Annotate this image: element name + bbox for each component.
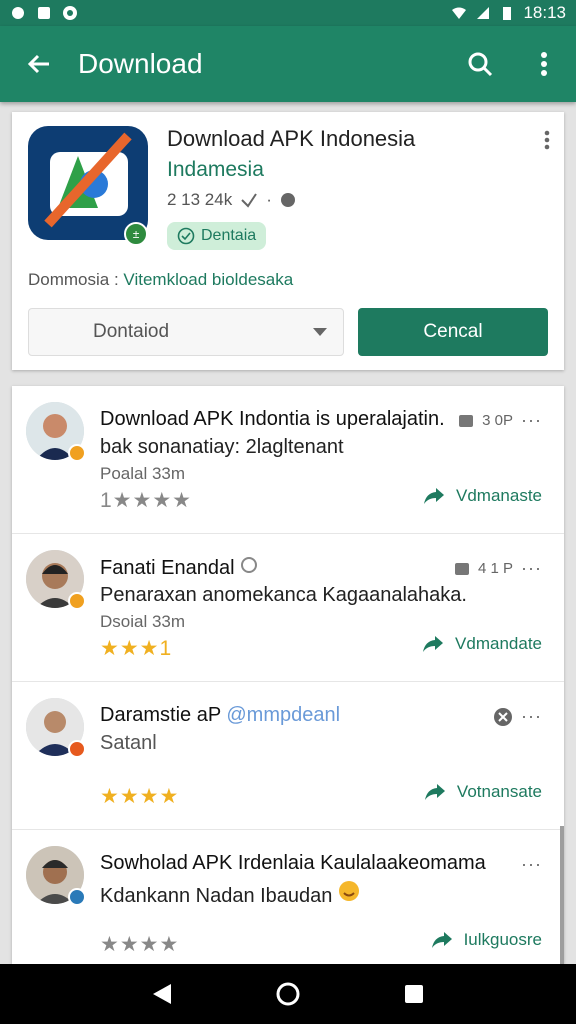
- app-size: 2 13 24k: [167, 190, 233, 209]
- scrollbar[interactable]: [560, 826, 564, 964]
- signal-icon: [477, 7, 490, 19]
- page-title: Download: [78, 48, 203, 79]
- back-triangle-icon[interactable]: [151, 982, 173, 1006]
- globe-icon: [241, 557, 258, 573]
- home-circle-icon[interactable]: [275, 981, 301, 1007]
- list-item[interactable]: Download APK Indontia is uperalajatin. b…: [12, 386, 564, 534]
- item-text: Satanl: [100, 732, 157, 754]
- app-description: Dommosia : Vitemkload bioldesaka: [28, 270, 293, 290]
- close-box-icon[interactable]: [454, 561, 470, 577]
- avatar-badge-icon: [68, 740, 86, 758]
- more-vert-icon: [544, 130, 550, 150]
- item-time: 4 1 P: [477, 560, 514, 577]
- item-time: 3 0P: [482, 412, 514, 429]
- app-tag-label: Dentaia: [201, 227, 257, 244]
- app-bar: Download: [0, 26, 576, 102]
- app-desc-link[interactable]: Vitemkload bioldesaka: [123, 270, 293, 289]
- item-text-value: Kdankann Nadan Ibaudan: [100, 885, 333, 907]
- item-title-link[interactable]: @mmpdeanl: [226, 704, 340, 726]
- share-label: Vdmanaste: [456, 486, 542, 505]
- item-text: Kdankann Nadan Ibaudan: [100, 880, 360, 908]
- item-title: Download APK Indontia is uperalajatin.: [100, 408, 445, 430]
- share-label: Votnansate: [456, 782, 542, 801]
- status-time: 18:13: [523, 3, 566, 22]
- item-top-right: ···: [493, 706, 542, 727]
- close-box-icon[interactable]: [458, 413, 474, 429]
- meta-separator: ·: [266, 190, 272, 209]
- rating-stars: ★★★1: [100, 637, 173, 660]
- comment-list: Download APK Indontia is uperalajatin. b…: [12, 386, 564, 964]
- share-button[interactable]: Vdmanaste: [422, 486, 542, 506]
- item-top-right: 4 1 P ···: [454, 558, 542, 579]
- avatar-badge-icon: [68, 888, 86, 906]
- battery-icon: [503, 7, 512, 20]
- arrow-left-icon: [27, 54, 49, 74]
- item-title: Fanati Enandal: [100, 556, 258, 580]
- cancel-button[interactable]: Cencal: [358, 308, 548, 356]
- search-button[interactable]: [448, 26, 512, 102]
- share-arrow-icon: [431, 932, 452, 948]
- check-circle-icon: [177, 227, 195, 245]
- item-title-text: Daramstie aP: [100, 704, 221, 726]
- dropdown-value: Dontaiod: [93, 321, 170, 342]
- item-top-right: 3 0P ···: [458, 410, 542, 431]
- more-horiz-icon[interactable]: ···: [521, 410, 542, 431]
- notification-icon: [12, 7, 24, 19]
- verified-badge-icon: ±: [124, 222, 148, 246]
- avatar-badge-icon: [68, 444, 86, 462]
- back-button[interactable]: [0, 26, 78, 102]
- more-horiz-icon[interactable]: ···: [521, 706, 542, 727]
- share-button[interactable]: Iulkguosre: [430, 930, 542, 950]
- item-title-text: Fanati Enandal: [100, 557, 235, 579]
- item-text: bak sonanatiay: 2lagltenant: [100, 436, 344, 458]
- search-icon: [468, 52, 493, 77]
- app-card[interactable]: ± Download APK Indonesia Indamesia 2 13 …: [12, 112, 564, 370]
- app-name: Download APK Indonesia: [167, 126, 416, 151]
- avatar-badge-icon: [68, 592, 86, 610]
- app-desc-prefix: Dommosia :: [28, 270, 119, 289]
- share-label: Vdmandate: [455, 634, 542, 653]
- list-item[interactable]: Fanati Enandal Penaraxan anomekanca Kaga…: [12, 534, 564, 682]
- app-tag: Dentaia: [167, 222, 267, 250]
- app-more-button[interactable]: [544, 130, 550, 155]
- recents-square-icon[interactable]: [403, 983, 425, 1005]
- rating-stars: ★★★★: [100, 785, 180, 808]
- wifi-icon: [452, 7, 467, 19]
- emoji-icon: [338, 881, 359, 901]
- list-item[interactable]: Sowholad APK Irdenlaia Kaulalaakeomama K…: [12, 830, 564, 964]
- item-top-right: ···: [521, 854, 542, 875]
- app-meta: 2 13 24k ·: [167, 190, 296, 210]
- share-button[interactable]: Vdmandate: [421, 634, 542, 654]
- share-label: Iulkguosre: [463, 930, 542, 949]
- system-nav-bar: [0, 964, 576, 1024]
- item-title: Daramstie aP @mmpdeanl: [100, 704, 340, 727]
- item-text: Penaraxan anomekanca Kagaanalahaka.: [100, 584, 467, 606]
- globe-icon: [280, 193, 295, 207]
- status-notifications: [10, 5, 78, 21]
- status-bar: 18:13: [0, 0, 576, 26]
- image-icon: [38, 7, 50, 19]
- more-horiz-icon[interactable]: ···: [521, 558, 542, 579]
- close-circle-icon[interactable]: [493, 707, 513, 727]
- version-dropdown[interactable]: Dontaiod: [28, 308, 344, 356]
- more-vert-icon: [541, 52, 547, 76]
- share-arrow-icon: [424, 784, 445, 800]
- chevron-down-icon: [313, 328, 327, 336]
- item-meta: Poalal 33m: [100, 464, 186, 483]
- overflow-menu-button[interactable]: [512, 26, 576, 102]
- rating-stars: ★★★★: [100, 933, 180, 956]
- more-horiz-icon[interactable]: ···: [521, 854, 542, 875]
- shield-icon: [63, 6, 77, 20]
- share-arrow-icon: [423, 636, 444, 652]
- share-arrow-icon: [424, 488, 444, 504]
- item-title: Sowholad APK Irdenlaia Kaulalaakeomama: [100, 852, 486, 874]
- status-system: 18:13: [451, 3, 566, 23]
- item-meta: Dsoial 33m: [100, 612, 186, 631]
- download-count-icon: [241, 193, 258, 208]
- list-item[interactable]: Daramstie aP @mmpdeanl Satanl ··· ★★★★ V…: [12, 682, 564, 830]
- app-developer[interactable]: Indamesia: [167, 158, 264, 182]
- rating-stars: 1★★★★: [100, 489, 192, 512]
- share-button[interactable]: Votnansate: [423, 782, 542, 802]
